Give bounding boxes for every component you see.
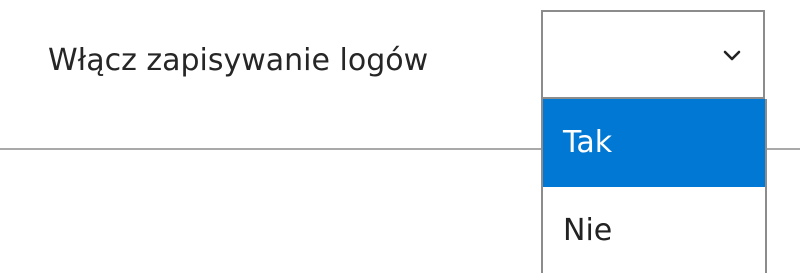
settings-row: Włącz zapisywanie logów Tak Nie [0,0,800,273]
enable-logging-label: Włącz zapisywanie logów [48,43,429,78]
enable-logging-select[interactable] [541,10,765,99]
option-tak[interactable]: Tak [543,99,765,187]
option-nie[interactable]: Nie [543,187,765,273]
select-dropdown-list: Tak Nie [541,99,767,273]
chevron-down-icon [723,50,741,61]
